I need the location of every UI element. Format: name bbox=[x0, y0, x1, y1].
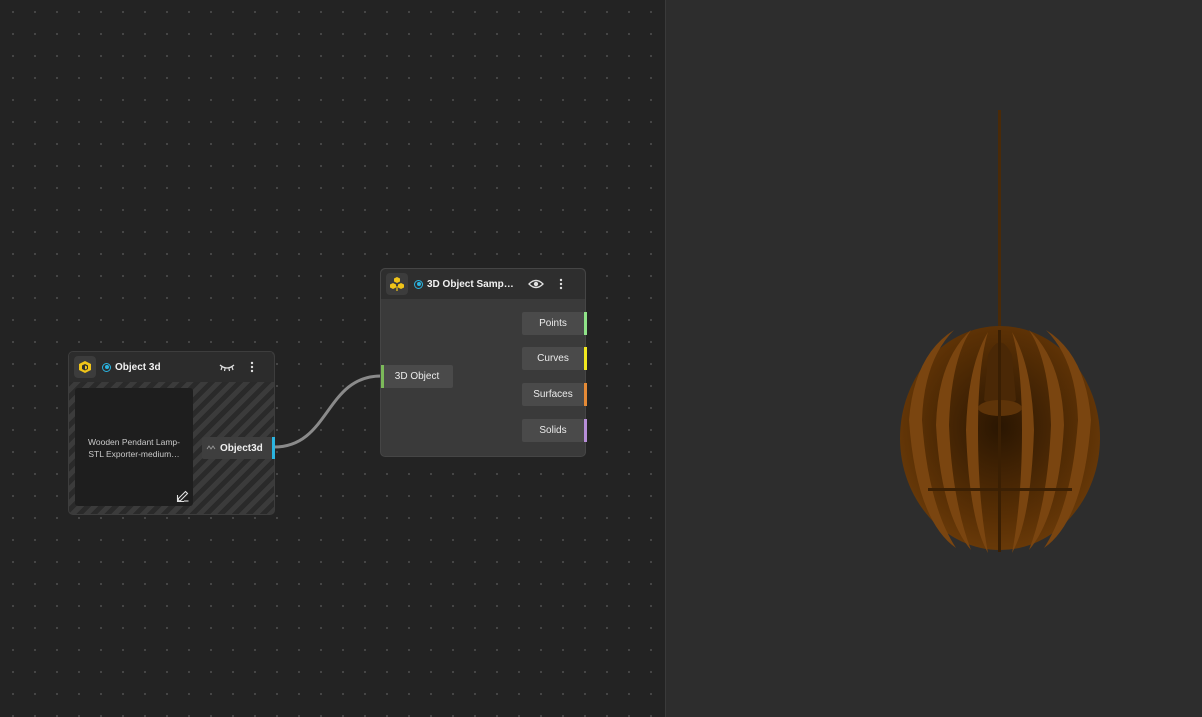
asset-name: Wooden Pendant Lamp-STL Exporter-medium… bbox=[88, 437, 180, 459]
output-port-solids[interactable]: Solids bbox=[522, 419, 587, 442]
node-header[interactable]: 3D Object Samp… bbox=[381, 269, 585, 299]
eye-closed-icon[interactable] bbox=[219, 359, 235, 375]
port-label: 3D Object bbox=[394, 371, 440, 382]
output-port-points[interactable]: Points bbox=[522, 312, 587, 335]
port-connector[interactable] bbox=[584, 419, 587, 442]
cubes-icon bbox=[386, 273, 408, 295]
port-connector[interactable] bbox=[584, 312, 587, 335]
port-connector[interactable] bbox=[381, 365, 384, 388]
port-label: Curves bbox=[537, 353, 569, 364]
wooden-pendant-lamp-model bbox=[900, 110, 1100, 553]
object3d-node[interactable]: Object 3d Wooden Pendant Lamp-STL Export… bbox=[68, 351, 275, 515]
port-connector[interactable] bbox=[584, 347, 587, 370]
more-vertical-icon[interactable] bbox=[553, 276, 569, 292]
status-indicator-icon bbox=[414, 279, 423, 289]
port-label: Object3d bbox=[220, 442, 263, 454]
node-title: 3D Object Samp… bbox=[427, 278, 514, 290]
output-port-object3d[interactable]: Object3d bbox=[202, 437, 275, 459]
node-header[interactable]: Object 3d bbox=[69, 352, 274, 382]
port-connector[interactable] bbox=[584, 383, 587, 406]
eye-icon[interactable] bbox=[528, 276, 544, 292]
pencil-icon[interactable] bbox=[176, 489, 190, 503]
node-title: Object 3d bbox=[115, 361, 161, 373]
more-vertical-icon[interactable] bbox=[244, 359, 260, 375]
output-port-curves[interactable]: Curves bbox=[522, 347, 587, 370]
port-connector[interactable] bbox=[272, 437, 275, 459]
object-sampler-node[interactable]: 3D Object Samp… 3D Object Points Curves … bbox=[380, 268, 587, 457]
input-port-3d-object[interactable]: 3D Object bbox=[381, 365, 453, 388]
asset-preview-card[interactable]: Wooden Pendant Lamp-STL Exporter-medium… bbox=[75, 388, 193, 506]
port-label: Solids bbox=[539, 425, 567, 436]
object3d-type-icon bbox=[206, 445, 216, 451]
cube-icon bbox=[74, 356, 96, 378]
3d-viewport[interactable] bbox=[666, 0, 1202, 717]
output-port-surfaces[interactable]: Surfaces bbox=[522, 383, 587, 406]
port-label: Surfaces bbox=[533, 389, 573, 400]
port-label: Points bbox=[539, 318, 567, 329]
status-indicator-icon bbox=[102, 362, 111, 372]
